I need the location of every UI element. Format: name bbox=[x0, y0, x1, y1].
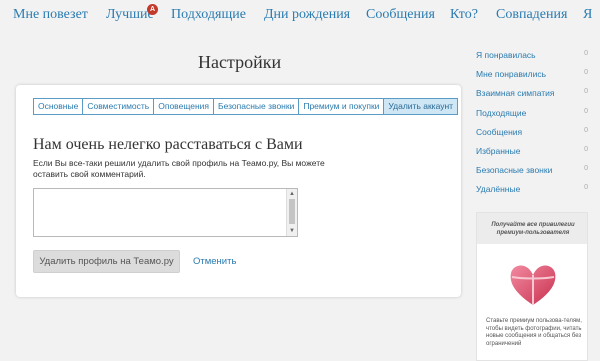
sidebar-item-suitable[interactable]: Подходящие 0 bbox=[476, 108, 588, 120]
nav-item-birthdays[interactable]: Дни рождения bbox=[264, 7, 350, 23]
premium-promo[interactable]: Получайте все привилегии премиум-пользов… bbox=[476, 212, 588, 361]
settings-tabs: Основные Совместимость Оповещения Безопа… bbox=[33, 98, 459, 115]
sidebar-item-label: Безопасные звонки bbox=[476, 165, 553, 175]
sidebar-item-count: 0 bbox=[584, 146, 588, 153]
sidebar-item-label: Избранные bbox=[476, 146, 521, 156]
tab-general[interactable]: Основные bbox=[33, 98, 84, 115]
sidebar-item-count: 0 bbox=[584, 165, 588, 172]
nav-item-lucky[interactable]: Мне повезет bbox=[13, 7, 88, 23]
sidebar-item-label: Я понравилась bbox=[476, 50, 536, 60]
sidebar-item-messages[interactable]: Сообщения 0 bbox=[476, 127, 588, 139]
tab-compatibility[interactable]: Совместимость bbox=[82, 98, 155, 115]
top-navigation: Мне повезет Лучшие A Подходящие Дни рожд… bbox=[0, 0, 600, 30]
sidebar-item-safe-calls[interactable]: Безопасные звонки 0 bbox=[476, 165, 588, 177]
scroll-thumb[interactable] bbox=[289, 199, 295, 224]
nav-badge: A bbox=[147, 4, 158, 15]
sidebar-item-count: 0 bbox=[584, 88, 588, 95]
sidebar-item-label: Сообщения bbox=[476, 127, 523, 137]
sidebar-item-count: 0 bbox=[584, 69, 588, 76]
sidebar-item-count: 0 bbox=[584, 50, 588, 57]
cancel-link[interactable]: Отменить bbox=[193, 256, 236, 267]
sidebar-item-label: Подходящие bbox=[476, 108, 527, 118]
delete-profile-button[interactable]: Удалить профиль на Теамо.ру bbox=[33, 250, 180, 273]
sidebar-item-deleted[interactable]: Удалённые 0 bbox=[476, 184, 588, 196]
page-title: Настройки bbox=[198, 52, 282, 72]
scroll-up-icon[interactable]: ▲ bbox=[289, 191, 295, 197]
nav-item-suitable[interactable]: Подходящие bbox=[171, 7, 246, 23]
sidebar-item-count: 0 bbox=[584, 108, 588, 115]
sidebar-item-count: 0 bbox=[584, 184, 588, 191]
settings-card: Основные Совместимость Оповещения Безопа… bbox=[16, 85, 461, 297]
promo-text: Ставьте премиум пользова-телям, чтобы ви… bbox=[486, 318, 582, 347]
delete-description: Если Вы все-таки решили удалить свой про… bbox=[33, 158, 325, 179]
sidebar-item-mutual[interactable]: Взаимная симпатия 0 bbox=[476, 88, 588, 100]
sidebar-item-label: Мне понравились bbox=[476, 69, 546, 79]
sidebar-item-i-liked[interactable]: Мне понравились 0 bbox=[476, 69, 588, 81]
comment-textarea[interactable] bbox=[33, 188, 298, 237]
nav-item-messages[interactable]: Сообщения bbox=[366, 7, 435, 23]
sidebar-item-label: Взаимная симпатия bbox=[476, 88, 555, 98]
sidebar-item-label: Удалённые bbox=[476, 184, 521, 194]
comment-scrollbar[interactable]: ▲ ▼ bbox=[286, 189, 297, 236]
nav-item-matches[interactable]: Совпадения bbox=[496, 7, 567, 23]
sidebar-item-favorites[interactable]: Избранные 0 bbox=[476, 146, 588, 158]
tab-delete-account[interactable]: Удалить аккаунт bbox=[383, 98, 459, 115]
nav-item-who[interactable]: Кто? bbox=[450, 7, 478, 23]
promo-heading: Получайте все привилегии премиум-пользов… bbox=[477, 213, 587, 244]
tab-premium[interactable]: Премиум и покупки bbox=[298, 98, 385, 115]
scroll-down-icon[interactable]: ▼ bbox=[289, 228, 295, 234]
sidebar-item-liked-me[interactable]: Я понравилась 0 bbox=[476, 50, 588, 62]
delete-heading: Нам очень нелегко расставаться с Вами bbox=[33, 136, 303, 153]
sidebar-item-count: 0 bbox=[584, 127, 588, 134]
tab-notifications[interactable]: Оповещения bbox=[153, 98, 214, 115]
nav-item-me[interactable]: Я bbox=[583, 7, 592, 23]
heart-gift-icon bbox=[510, 265, 556, 305]
tab-safe-calls[interactable]: Безопасные звонки bbox=[213, 98, 300, 115]
